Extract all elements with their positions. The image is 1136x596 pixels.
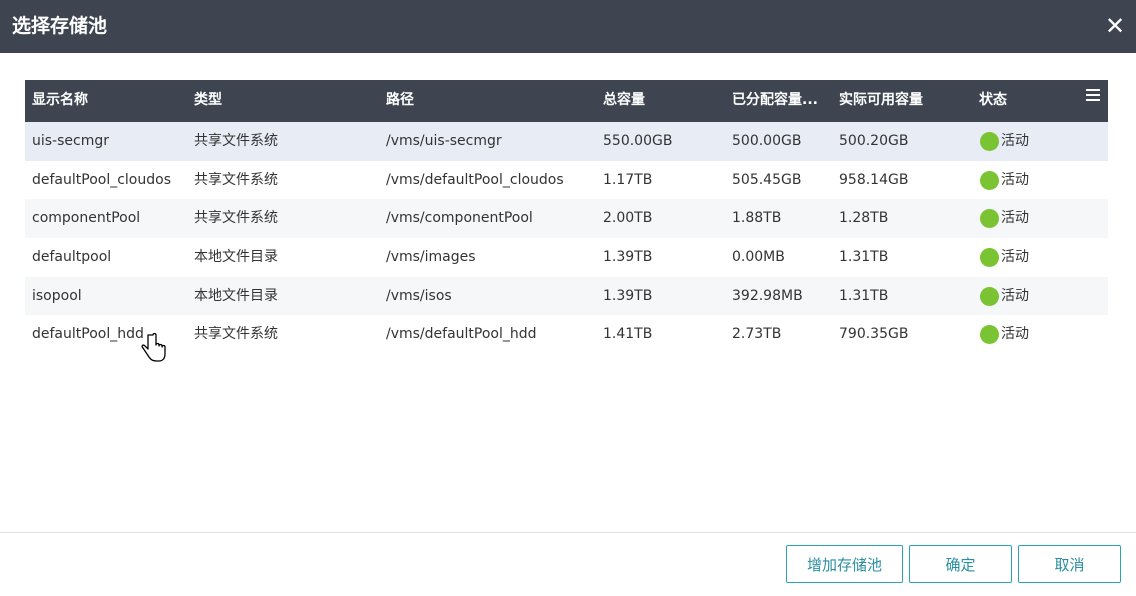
cell-available: 958.14GB: [839, 171, 909, 188]
cell-allocated: 392.98MB: [732, 287, 803, 304]
column-header-allocated[interactable]: 已分配容量...: [732, 80, 832, 122]
cell-status: 活动: [1001, 249, 1029, 266]
storage-pool-table: 显示名称 类型 路径 总容量 已分配容量... 实际可用容量 状态 uis-se…: [25, 80, 1108, 354]
cell-name: uis-secmgr: [32, 133, 109, 149]
cell-status: 活动: [1001, 287, 1029, 304]
status-active-icon: [980, 325, 999, 345]
cell-status: 活动: [1001, 171, 1029, 188]
cell-path: /vms/uis-secmgr: [386, 133, 502, 149]
cell-allocated: 505.45GB: [732, 171, 802, 188]
column-header-total[interactable]: 总容量: [603, 80, 713, 122]
cell-type: 共享文件系统: [194, 326, 278, 343]
column-header-status[interactable]: 状态: [979, 80, 1059, 122]
column-header-name[interactable]: 显示名称: [32, 80, 182, 122]
cell-status: 活动: [1001, 210, 1029, 227]
table-row[interactable]: componentPool 共享文件系统 /vms/componentPool …: [25, 199, 1108, 239]
cell-total: 2.00TB: [603, 210, 653, 227]
close-icon[interactable]: ✕: [1102, 12, 1128, 40]
column-header-available[interactable]: 实际可用容量: [839, 80, 959, 122]
cell-path: /vms/defaultPool_cloudos: [386, 171, 564, 188]
table-header: 显示名称 类型 路径 总容量 已分配容量... 实际可用容量 状态: [25, 80, 1108, 122]
cell-allocated: 0.00MB: [732, 249, 785, 266]
status-active-icon: [980, 209, 999, 229]
cell-allocated: 2.73TB: [732, 326, 782, 343]
cell-name: componentPool: [32, 210, 141, 227]
cell-name: isopool: [32, 287, 82, 304]
cell-available: 1.28TB: [839, 210, 889, 227]
cell-path: /vms/images: [386, 249, 476, 266]
cell-type: 本地文件目录: [194, 287, 278, 304]
table-row[interactable]: defaultpool 本地文件目录 /vms/images 1.39TB 0.…: [25, 238, 1108, 277]
cell-type: 共享文件系统: [194, 171, 278, 188]
dialog-title-bar: 选择存储池 ✕: [0, 0, 1136, 53]
cell-available: 790.35GB: [839, 326, 909, 343]
cell-type: 共享文件系统: [194, 133, 278, 149]
status-active-icon: [980, 286, 999, 306]
ok-button[interactable]: 确定: [909, 545, 1012, 583]
status-active-icon: [980, 248, 999, 268]
footer-divider: [0, 532, 1136, 533]
cell-status: 活动: [1001, 326, 1029, 343]
cell-total: 1.39TB: [603, 249, 653, 266]
cell-allocated: 500.00GB: [732, 133, 802, 149]
column-header-type[interactable]: 类型: [194, 80, 374, 122]
cell-path: /vms/defaultPool_hdd: [386, 326, 537, 343]
cell-path: /vms/isos: [386, 287, 452, 304]
cell-name: defaultPool_cloudos: [32, 171, 171, 188]
cell-path: /vms/componentPool: [386, 210, 533, 227]
cell-total: 1.39TB: [603, 287, 653, 304]
cell-available: 1.31TB: [839, 287, 889, 304]
table-row[interactable]: defaultPool_cloudos 共享文件系统 /vms/defaultP…: [25, 161, 1108, 200]
menu-icon[interactable]: [1086, 89, 1100, 103]
column-header-path[interactable]: 路径: [386, 80, 586, 122]
cell-available: 1.31TB: [839, 249, 889, 266]
table-row[interactable]: isopool 本地文件目录 /vms/isos 1.39TB 392.98MB…: [25, 276, 1108, 316]
cell-total: 1.41TB: [603, 326, 653, 343]
cell-allocated: 1.88TB: [732, 210, 782, 227]
status-active-icon: [980, 170, 999, 190]
hand-cursor-icon: [141, 333, 166, 362]
cell-total: 550.00GB: [603, 133, 673, 149]
cell-type: 共享文件系统: [194, 210, 278, 227]
table-row[interactable]: defaultPool_hdd 共享文件系统 /vms/defaultPool_…: [25, 315, 1108, 354]
table-row[interactable]: uis-secmgr 共享文件系统 /vms/uis-secmgr 550.00…: [25, 122, 1108, 161]
cell-available: 500.20GB: [839, 133, 909, 149]
cell-type: 本地文件目录: [194, 249, 278, 266]
cell-name: defaultpool: [32, 249, 112, 266]
add-storage-pool-button[interactable]: 增加存储池: [786, 545, 903, 583]
dialog-title: 选择存储池: [12, 15, 108, 37]
cell-total: 1.17TB: [603, 171, 653, 188]
cell-status: 活动: [1001, 133, 1029, 149]
cancel-button[interactable]: 取消: [1018, 545, 1121, 583]
status-active-icon: [980, 132, 999, 151]
